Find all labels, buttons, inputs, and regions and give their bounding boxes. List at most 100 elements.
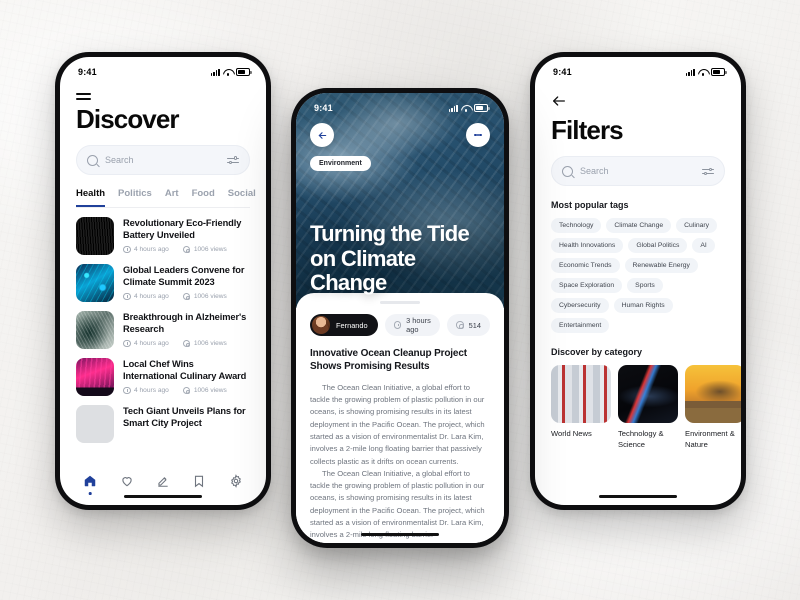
bottom-navigation [60, 473, 266, 495]
author-name: Fernando [336, 320, 368, 330]
search-bar[interactable]: Search [76, 145, 250, 176]
clock-icon [123, 245, 131, 254]
news-list-item[interactable]: Tech Giant Unveils Plans for Smart City … [76, 405, 250, 444]
avatar [312, 316, 330, 334]
search-icon [562, 165, 573, 177]
clock-icon [393, 321, 402, 329]
tag-climate-change[interactable]: Climate Change [606, 218, 672, 234]
home-indicator [599, 494, 677, 498]
news-views: 1006 views [182, 292, 227, 301]
news-time: 4 hours ago [123, 245, 169, 254]
news-list-item[interactable]: Revolutionary Eco-Friendly Battery Unvei… [76, 217, 250, 256]
back-button[interactable] [310, 123, 334, 147]
news-time: 4 hours ago [123, 292, 169, 301]
tag-renewable-energy[interactable]: Renewable Energy [624, 258, 698, 274]
category-image [551, 365, 611, 424]
search-input[interactable]: Search [105, 155, 220, 165]
clock-icon [123, 339, 131, 348]
news-views-label: 1006 views [193, 292, 227, 300]
news-meta: 4 hours ago 1006 views [123, 339, 250, 348]
signal-icon [448, 104, 458, 112]
news-list-item[interactable]: Global Leaders Convene for Climate Summi… [76, 264, 250, 303]
news-thumbnail [76, 217, 114, 256]
news-meta: 4 hours ago 1006 views [123, 292, 250, 301]
nav-settings[interactable] [228, 473, 244, 489]
news-list-item[interactable]: Local Chef Wins International Culinary A… [76, 358, 250, 397]
nav-favorites[interactable] [119, 473, 135, 489]
author-chip[interactable]: Fernando [310, 314, 378, 336]
nav-bookmark[interactable] [191, 473, 207, 489]
sliders-icon[interactable] [227, 155, 239, 166]
tag-space-exploration[interactable]: Space Exploration [551, 278, 623, 294]
news-time-label: 4 hours ago [134, 245, 169, 253]
status-bar: 9:41 [535, 57, 741, 81]
tab-health[interactable]: Health [76, 188, 106, 208]
wifi-icon [461, 104, 471, 112]
tag-culinary[interactable]: Culinary [676, 218, 718, 234]
category-image [685, 365, 741, 424]
status-indicators [210, 68, 252, 76]
phone-mockup-article: 9:41 Environment Turning the Tide on Cli… [291, 88, 509, 548]
nav-compose[interactable] [155, 473, 171, 489]
news-time-label: 4 hours ago [134, 386, 169, 394]
sheet-grabber[interactable] [380, 301, 420, 304]
category-card-technology-science[interactable]: Technology & Science [618, 365, 678, 450]
nav-home[interactable] [82, 473, 98, 495]
status-time: 9:41 [314, 103, 333, 113]
status-indicators [448, 104, 490, 112]
tag-global-politics[interactable]: Global Politics [628, 238, 688, 254]
search-bar[interactable]: Search [551, 156, 725, 187]
battery-icon [711, 68, 727, 76]
wifi-icon [698, 68, 708, 76]
tag-technology[interactable]: Technology [551, 218, 602, 234]
tag-entertainment[interactable]: Entertainment [551, 318, 610, 334]
back-arrow-icon[interactable] [551, 93, 569, 111]
category-tag[interactable]: Environment [310, 156, 371, 171]
tab-art[interactable]: Art [165, 188, 179, 207]
news-title: Global Leaders Convene for Climate Summi… [123, 265, 245, 288]
category-heading: Discover by category [551, 347, 643, 358]
news-thumbnail [76, 264, 114, 303]
category-grid: World News Technology & Science Environm… [551, 365, 741, 450]
status-time: 9:41 [553, 67, 572, 77]
news-views-label: 1006 views [193, 386, 227, 394]
news-list-item[interactable]: Breakthrough in Alzheimer's Research 4 h… [76, 311, 250, 350]
news-title: Revolutionary Eco-Friendly Battery Unvei… [123, 218, 242, 241]
tab-social[interactable]: Social [228, 188, 256, 207]
news-views: 1006 views [182, 245, 227, 254]
tag-economic-trends[interactable]: Economic Trends [551, 258, 620, 274]
status-bar: 9:41 [60, 57, 266, 81]
tag-human-rights[interactable]: Human Rights [613, 298, 673, 314]
news-thumbnail [76, 311, 114, 350]
nav-active-dot [88, 492, 92, 495]
news-time: 4 hours ago [123, 386, 169, 395]
news-time-label: 4 hours ago [134, 292, 169, 300]
search-input[interactable]: Search [580, 166, 695, 176]
category-card-world-news[interactable]: World News [551, 365, 611, 450]
tag-health-innovations[interactable]: Health Innovations [551, 238, 624, 254]
tab-food[interactable]: Food [192, 188, 215, 207]
news-title: Tech Giant Unveils Plans for Smart City … [123, 406, 246, 429]
article-sheet: Fernando 3 hours ago 514 Innovative Ocea… [296, 293, 504, 543]
tag-ai[interactable]: AI [692, 238, 715, 254]
category-label: World News [551, 429, 592, 439]
kebab-menu-icon[interactable] [466, 123, 490, 147]
tag-sports[interactable]: Sports [627, 278, 663, 294]
tag-cybersecurity[interactable]: Cybersecurity [551, 298, 609, 314]
sliders-icon[interactable] [702, 166, 714, 177]
clock-icon [123, 292, 131, 301]
category-label: Environment & Nature [685, 429, 735, 449]
news-thumbnail [76, 405, 114, 444]
hero-title: Turning the Tide on Climate Change [310, 221, 470, 296]
status-bar: 9:41 [296, 93, 504, 117]
news-meta: 4 hours ago 1006 views [123, 245, 250, 254]
hero-image: 9:41 Environment Turning the Tide on Cli… [296, 93, 504, 308]
news-views-label: 1006 views [193, 245, 227, 253]
category-card-environment-nature[interactable]: Environment & Nature [685, 365, 741, 450]
tab-politics[interactable]: Politics [118, 188, 152, 207]
clock-icon [123, 386, 131, 395]
eye-icon [456, 321, 464, 329]
battery-icon [474, 104, 490, 112]
hamburger-icon[interactable] [76, 93, 91, 100]
discover-page: Discover Search Health Politics Art Food… [60, 81, 266, 444]
